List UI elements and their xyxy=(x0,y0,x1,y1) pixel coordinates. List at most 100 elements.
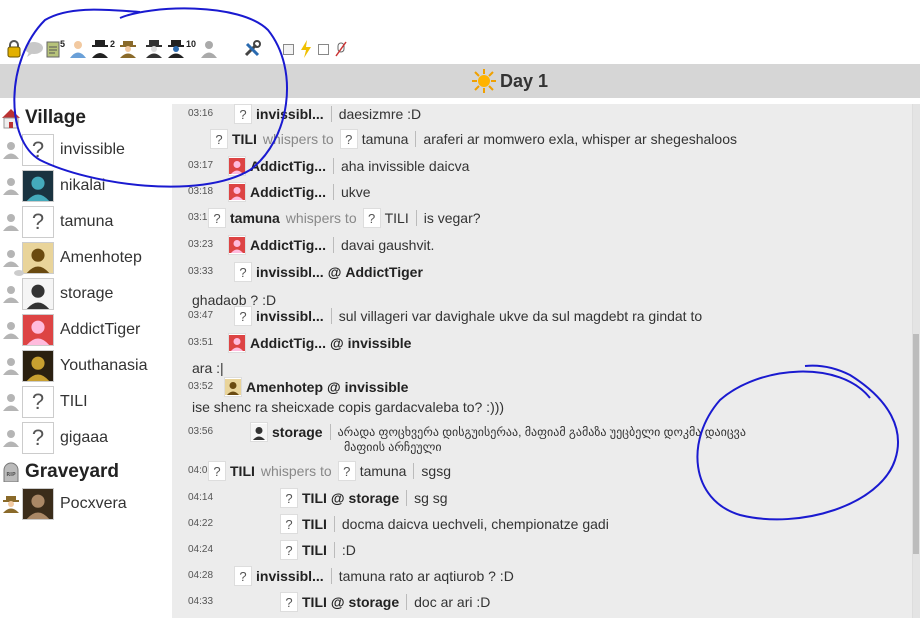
unknown-avatar-icon: ? xyxy=(239,308,247,324)
message-author[interactable]: invissibl... xyxy=(256,106,324,122)
gang-count: 2 xyxy=(110,39,116,49)
message-separator xyxy=(330,568,332,584)
chat-log[interactable]: 03:16? invissibl... daesizmre :D? TILI whisp… xyxy=(172,104,920,618)
mute-icon xyxy=(335,41,347,57)
message-author[interactable]: AddictTig... xyxy=(250,158,326,174)
message-author[interactable]: invissibl... xyxy=(256,264,324,280)
author-avatar[interactable]: ? xyxy=(210,129,228,149)
mute-toggle[interactable] xyxy=(335,38,347,60)
player-item-youthanasia[interactable]: Youthanasia xyxy=(0,348,170,384)
mention-target[interactable]: invissible xyxy=(345,379,409,395)
message-time: 03:51 xyxy=(188,337,214,348)
recipient-avatar[interactable]: ? xyxy=(337,461,356,481)
player-item-nikalai[interactable]: nikalai xyxy=(0,168,170,204)
message-text: ukve xyxy=(340,184,371,200)
message-author[interactable]: TILI xyxy=(230,463,255,479)
recipient-avatar[interactable]: ? xyxy=(362,208,381,228)
avatar xyxy=(22,314,54,346)
message-author[interactable]: invissibl... xyxy=(256,308,324,324)
whisper-label: whispers to xyxy=(262,131,334,147)
energy-toggle[interactable] xyxy=(300,38,312,60)
player-item-invissible[interactable]: ? invissible xyxy=(0,132,170,168)
whisper-recipient[interactable]: tamuna xyxy=(360,463,407,479)
author-avatar[interactable]: ? xyxy=(234,104,252,124)
mention-target[interactable]: storage xyxy=(349,490,400,506)
author-avatar[interactable]: ? xyxy=(234,262,252,282)
player-item-storage[interactable]: storage xyxy=(0,270,170,312)
player-filter-villager[interactable] xyxy=(68,38,88,60)
message-text: docma daicva uechveli, chempionatze gadi xyxy=(341,516,609,532)
sound-toggle[interactable] xyxy=(6,38,22,60)
author-avatar[interactable] xyxy=(224,377,242,397)
speaking-bubble-icon xyxy=(14,270,24,276)
message-author[interactable]: TILI xyxy=(302,516,327,532)
player-name: Pocxvera xyxy=(60,495,127,512)
chat-toggle[interactable] xyxy=(24,38,44,60)
message-author[interactable]: invissibl... xyxy=(256,568,324,584)
graveyard-label: Graveyard xyxy=(25,461,120,482)
message-separator xyxy=(333,542,335,558)
chat-message: 03:23 AddictTig... davai gaushvit. xyxy=(172,235,912,261)
author-avatar[interactable]: ? xyxy=(234,306,252,326)
player-filter-mafia[interactable]: 2 xyxy=(90,38,116,60)
chat-message: 04:0? TILI whispers to? tamuna sgsg xyxy=(172,461,912,487)
author-avatar[interactable] xyxy=(250,422,268,442)
notes-button[interactable]: 5 xyxy=(46,38,66,60)
author-avatar[interactable] xyxy=(228,156,246,176)
message-text: daesizmre :D xyxy=(338,106,422,122)
player-filter-unknown[interactable] xyxy=(199,38,219,60)
settings-button[interactable] xyxy=(243,38,262,60)
recipient-avatar[interactable]: ? xyxy=(339,129,358,149)
author-avatar[interactable]: ? xyxy=(208,461,226,481)
avatar-image xyxy=(23,489,53,519)
message-author[interactable]: TILI xyxy=(302,490,327,506)
message-author[interactable]: AddictTig... xyxy=(250,237,326,253)
author-avatar[interactable] xyxy=(228,333,246,353)
message-separator xyxy=(332,184,334,200)
author-avatar[interactable]: ? xyxy=(234,566,252,586)
mention-target[interactable]: invissible xyxy=(348,335,412,351)
message-text: is vegar? xyxy=(423,210,481,226)
message-author[interactable]: TILI xyxy=(232,131,257,147)
player-filter-gangster[interactable] xyxy=(144,38,164,60)
unknown-avatar-icon: ? xyxy=(285,594,293,610)
player-item-tamuna[interactable]: ? tamuna xyxy=(0,204,170,240)
mention-at: @ xyxy=(330,594,345,610)
player-item-gigaaa[interactable]: ? gigaaa xyxy=(0,420,170,456)
author-avatar[interactable]: ? xyxy=(280,540,298,560)
dead-player-item-pocxvera[interactable]: Pocxvera xyxy=(0,486,170,522)
unknown-avatar-icon: ? xyxy=(31,137,45,162)
author-avatar[interactable]: ? xyxy=(280,488,298,508)
player-item-amenhotep[interactable]: Amenhotep xyxy=(0,240,170,276)
avatar-image xyxy=(23,171,53,201)
chat-scrollbar[interactable] xyxy=(912,104,920,618)
player-item-tili[interactable]: ? TILI xyxy=(0,384,170,420)
message-author[interactable]: storage xyxy=(272,424,323,440)
checkbox-autoscroll[interactable] xyxy=(283,43,295,55)
player-filter-doctor[interactable]: 10 xyxy=(166,38,197,60)
unknown-avatar-icon: ? xyxy=(31,389,45,414)
author-avatar[interactable] xyxy=(228,235,246,255)
message-author[interactable]: tamuna xyxy=(230,210,280,226)
message-author[interactable]: AddictTig... xyxy=(250,335,326,351)
checkbox-sound[interactable] xyxy=(318,43,330,55)
mention-target[interactable]: storage xyxy=(349,594,400,610)
whisper-recipient[interactable]: TILI xyxy=(385,210,409,226)
author-avatar[interactable]: ? xyxy=(280,514,298,534)
message-author[interactable]: TILI xyxy=(302,594,327,610)
author-avatar[interactable]: ? xyxy=(208,208,226,228)
message-author[interactable]: TILI xyxy=(302,542,327,558)
author-avatar[interactable]: ? xyxy=(280,592,298,612)
message-author[interactable]: AddictTig... xyxy=(250,184,326,200)
mention-target[interactable]: AddictTiger xyxy=(345,264,423,280)
player-item-addicttiger[interactable]: AddictTiger xyxy=(0,312,170,348)
message-author[interactable]: Amenhotep xyxy=(246,379,323,395)
message-text: ara :| xyxy=(192,360,224,376)
chat-scrollbar-thumb[interactable] xyxy=(913,334,919,554)
player-filter-detective[interactable] xyxy=(118,38,138,60)
author-avatar[interactable] xyxy=(228,182,246,202)
whisper-recipient[interactable]: tamuna xyxy=(362,131,409,147)
mention-at: @ xyxy=(330,490,345,506)
avatar: ? xyxy=(22,422,54,454)
avatar-image xyxy=(229,158,245,174)
